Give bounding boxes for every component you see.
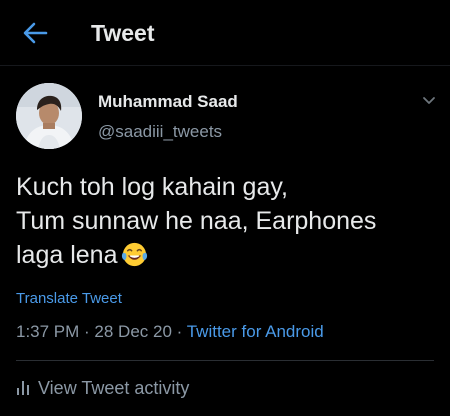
chevron-down-icon[interactable] — [421, 95, 437, 107]
laughing-tears-emoji-icon — [122, 242, 148, 267]
tweet-time[interactable]: 1:37 PM — [16, 322, 79, 341]
meta-separator: · — [171, 322, 187, 341]
view-tweet-activity-label: View Tweet activity — [38, 378, 190, 398]
tweet-text-line: Kuch toh log kahain gay, — [16, 173, 288, 201]
top-bar: Tweet — [0, 0, 450, 66]
tweet-date[interactable]: 28 Dec 20 — [94, 322, 172, 341]
bar-chart-icon — [17, 381, 29, 395]
tweet-text-line: Tum sunnaw he naa, Earphones — [16, 207, 377, 235]
tweet-source-link[interactable]: Twitter for Android — [187, 322, 324, 341]
back-arrow-icon[interactable] — [22, 21, 48, 45]
tweet-text: Kuch toh log kahain gay, Tum sunnaw he n… — [16, 170, 436, 272]
author-handle[interactable]: @saadiii_tweets — [98, 121, 222, 143]
translate-tweet-link[interactable]: Translate Tweet — [16, 289, 122, 309]
divider — [16, 360, 434, 361]
tweet-text-line-content: laga lena — [16, 241, 118, 269]
tweet-text-line-last: laga lena — [16, 238, 436, 272]
meta-separator: · — [79, 322, 95, 341]
tweet-metadata: 1:37 PM · 28 Dec 20 · Twitter for Androi… — [16, 321, 324, 343]
avatar-photo-icon — [16, 83, 82, 149]
view-tweet-activity-button[interactable]: View Tweet activity — [16, 377, 189, 399]
avatar[interactable] — [16, 83, 82, 149]
page-title: Tweet — [91, 20, 155, 46]
author-name[interactable]: Muhammad Saad — [98, 91, 238, 113]
